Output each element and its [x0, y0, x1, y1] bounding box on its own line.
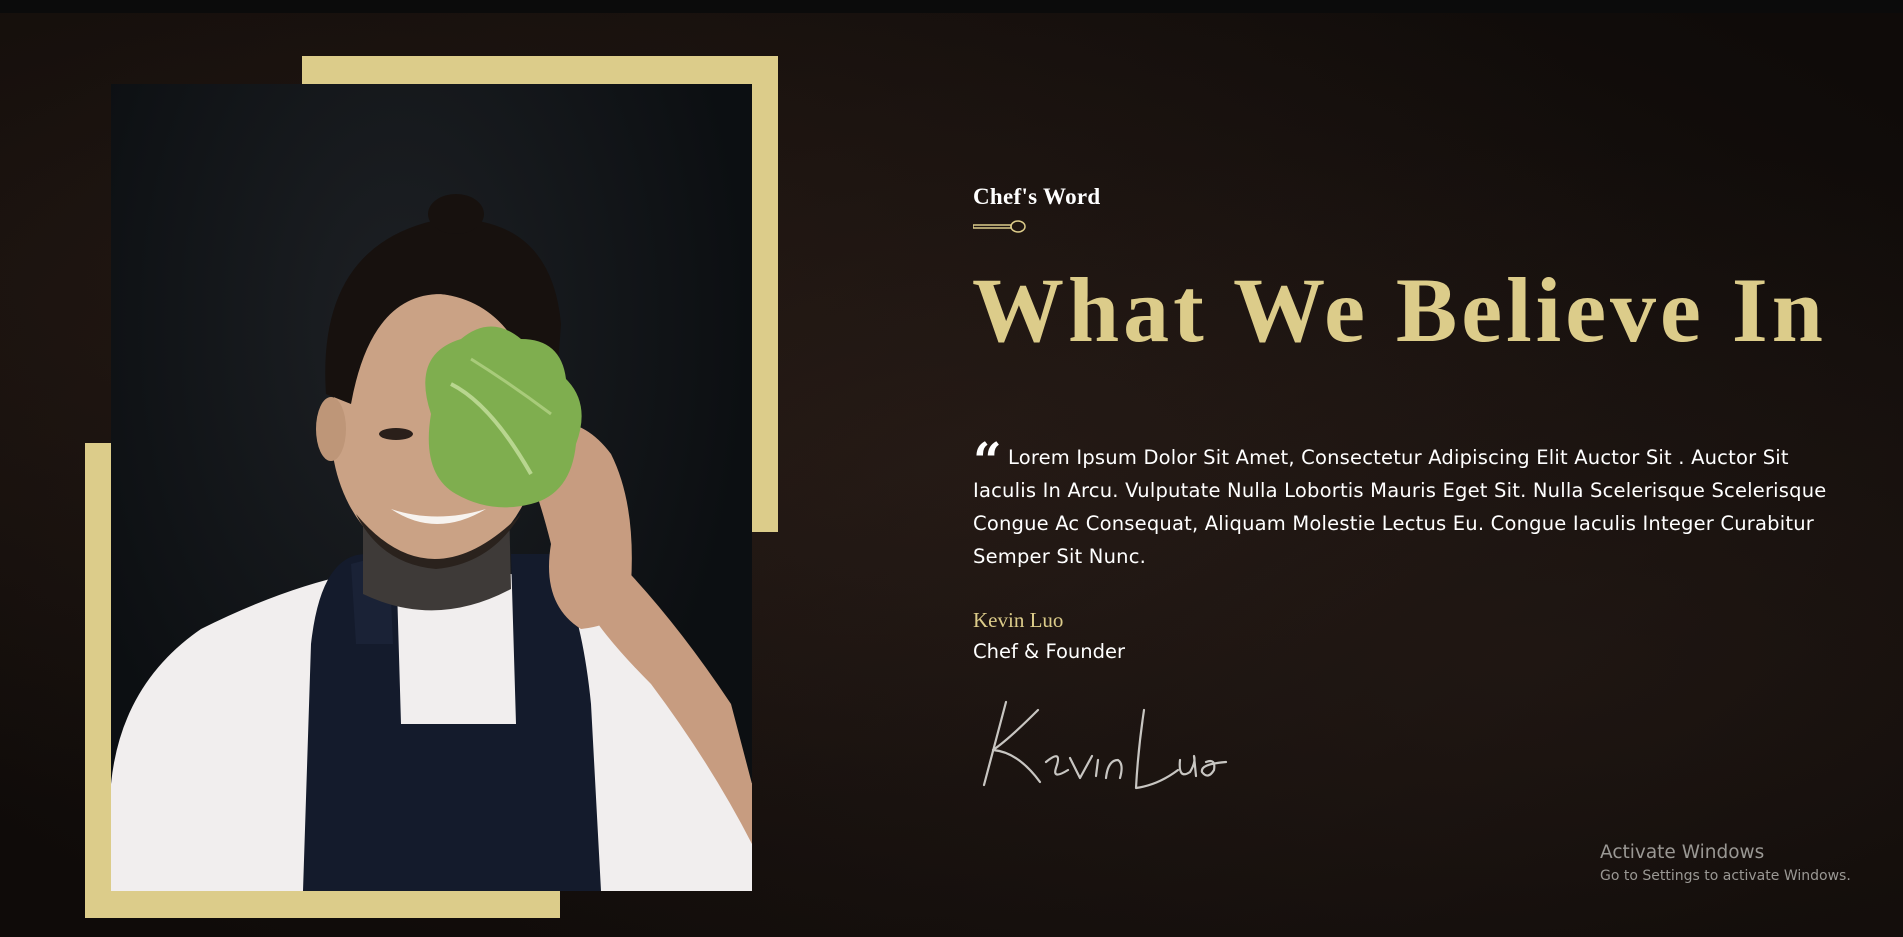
- signature-image: [982, 700, 1228, 790]
- activate-windows-subtitle[interactable]: Go to Settings to activate Windows.: [1600, 868, 1851, 884]
- section-eyebrow: Chef's Word: [973, 184, 1101, 209]
- quote-text: Lorem Ipsum Dolor Sit Amet, Consectetur …: [973, 446, 1827, 568]
- activate-windows-title: Activate Windows: [1600, 842, 1765, 863]
- section-headline: What We Believe In: [972, 259, 1827, 361]
- chef-photo: [111, 84, 752, 891]
- spoon-divider-icon: [973, 220, 1026, 233]
- quote-mark-icon: “: [973, 431, 1002, 490]
- author-role: Chef & Founder: [973, 640, 1126, 663]
- top-strip: [0, 0, 1903, 13]
- chef-quote: “Lorem Ipsum Dolor Sit Amet, Consectetur…: [973, 431, 1853, 573]
- author-name: Kevin Luo: [973, 608, 1064, 632]
- chefs-word-section: Chef's Word What We Believe In “Lorem Ip…: [0, 0, 1903, 937]
